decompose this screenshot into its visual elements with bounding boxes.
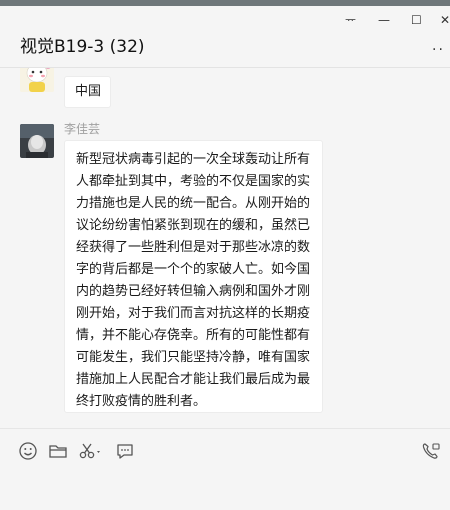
close-button[interactable]: ✕ (440, 13, 450, 27)
avatar[interactable] (20, 124, 54, 158)
message-text: 中国 (75, 84, 102, 99)
video-call-icon[interactable] (421, 441, 441, 461)
message-bubble[interactable]: 新型冠状病毒引起的一次全球轰动让所有人都牵扯到其中，考验的不仅是国家的实力措施也… (64, 140, 323, 413)
scissors-icon[interactable] (78, 441, 104, 461)
emoji-icon[interactable] (18, 441, 38, 461)
more-options-button[interactable]: ·· (432, 42, 445, 58)
message-bubble[interactable]: 中国 (64, 76, 111, 108)
maximize-button[interactable]: ☐ (411, 13, 422, 27)
chat-title: 视觉B19-3 (32) (20, 37, 145, 57)
chat-header: ᅲ — ☐ ✕ 视觉B19-3 (32) ·· (0, 6, 450, 68)
pin-button[interactable]: ᅲ (345, 13, 356, 27)
sender-name: 李佳芸 (64, 122, 101, 136)
input-toolbar (0, 428, 450, 510)
avatar[interactable] (20, 68, 54, 92)
chat-bubble-icon[interactable] (115, 441, 135, 461)
message-text: 新型冠状病毒引起的一次全球轰动让所有人都牵扯到其中，考验的不仅是国家的实力措施也… (76, 152, 311, 409)
folder-icon[interactable] (48, 441, 68, 461)
photo-avatar-icon (20, 124, 54, 158)
cartoon-avatar-icon (20, 68, 54, 92)
chat-area[interactable]: 中国 李佳芸 新型冠状病毒引起的一次全球轰动让所有人都牵扯到其中，考验的不仅是国… (0, 68, 450, 428)
minimize-button[interactable]: — (378, 13, 390, 27)
